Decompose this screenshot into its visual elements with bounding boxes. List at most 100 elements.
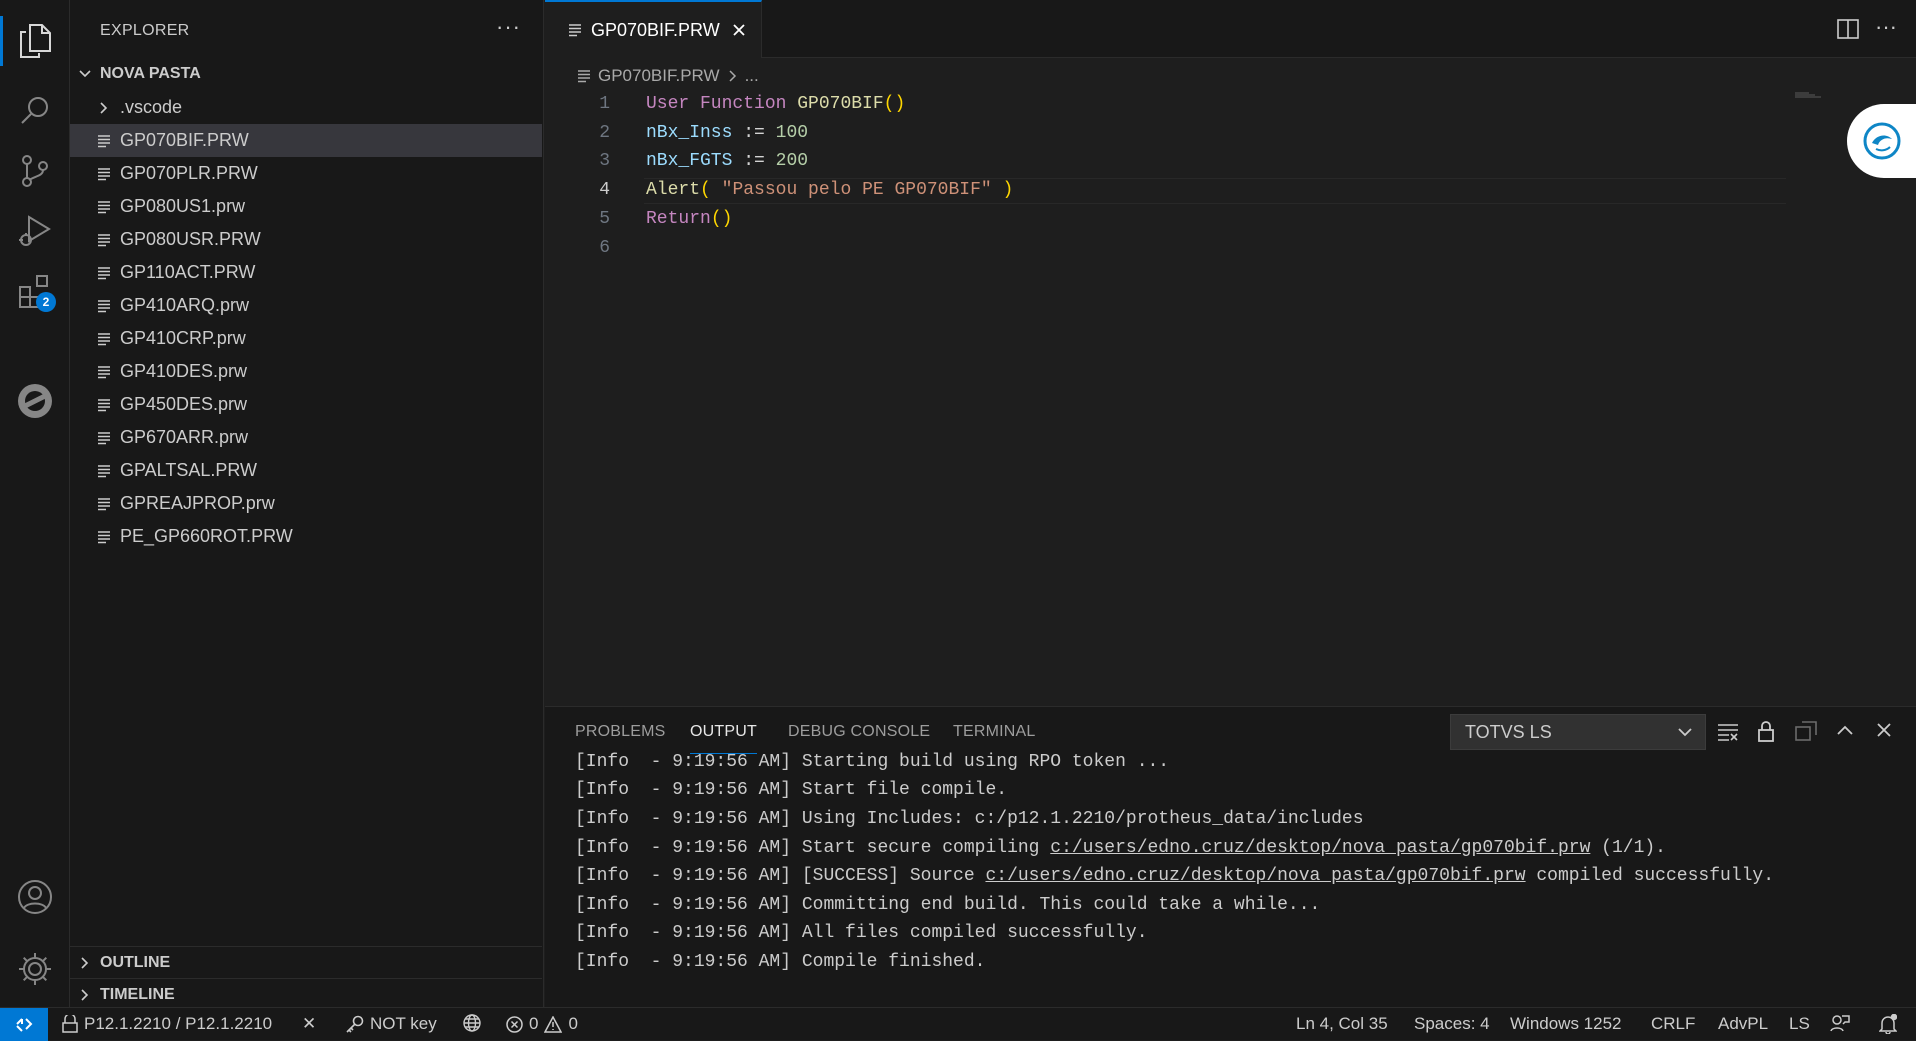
file-label: GP070BIF.PRW <box>120 130 249 150</box>
key-status[interactable]: NOT key <box>346 1014 437 1034</box>
tab-terminal[interactable]: TERMINAL <box>953 723 1036 741</box>
file-item[interactable]: GP070BIF.PRW <box>70 124 542 157</box>
line-number-current: 4 <box>599 180 610 200</box>
file-item[interactable]: GP410DES.prw <box>70 355 542 388</box>
folder-vscode[interactable]: .vscode <box>70 91 542 124</box>
file-label: GP080USR.PRW <box>120 229 261 249</box>
search-icon[interactable] <box>0 80 70 142</box>
cursor-position[interactable]: Ln 4, Col 35 <box>1296 1014 1388 1034</box>
variable: nBx_FGTS <box>646 151 733 171</box>
close-panel-icon[interactable] <box>1876 722 1892 738</box>
breadcrumb-file[interactable]: GP070BIF.PRW <box>598 66 720 86</box>
indentation[interactable]: Spaces: 4 <box>1414 1014 1490 1034</box>
file-item[interactable]: PE_GP660ROT.PRW <box>70 520 542 553</box>
open-output-editor-icon[interactable] <box>1795 721 1817 741</box>
file-item[interactable]: GP450DES.prw <box>70 388 542 421</box>
line-number: 6 <box>599 238 610 258</box>
file-item[interactable]: GP070PLR.PRW <box>70 157 542 190</box>
file-label: PE_GP660ROT.PRW <box>120 526 293 546</box>
tab-gp070bif[interactable]: GP070BIF.PRW <box>545 0 762 58</box>
file-item[interactable]: GP410ARQ.prw <box>70 289 542 322</box>
extensions-badge: 2 <box>36 292 56 312</box>
log-text: [Info - 9:19:56 AM] Using Includes: c:/p… <box>575 809 1364 829</box>
encoding-label: Windows 1252 <box>1510 1014 1622 1033</box>
file-item[interactable]: GPREAJPROP.prw <box>70 487 542 520</box>
split-editor-icon[interactable] <box>1837 19 1859 39</box>
status-bar: P12.1.2210 / P12.1.2210 ✕ NOT key 0 0 Ln… <box>0 1007 1916 1041</box>
warning-icon <box>544 1015 563 1033</box>
file-label: GP410DES.prw <box>120 361 248 381</box>
bracket: ) <box>1002 180 1014 200</box>
extensions-icon[interactable]: 2 <box>0 260 70 322</box>
clear-output-icon[interactable] <box>1717 722 1739 742</box>
output-line: [Info - 9:19:56 AM] Start file compile. <box>575 780 1007 800</box>
account-icon[interactable] <box>0 866 70 928</box>
outline-section[interactable]: OUTLINE <box>70 946 542 978</box>
environment-status[interactable]: P12.1.2210 / P12.1.2210 <box>62 1014 272 1034</box>
log-text: [Info - 9:19:56 AM] Compile finished. <box>575 952 986 972</box>
file-item[interactable]: GP410CRP.prw <box>70 322 542 355</box>
file-label: GP670ARR.prw <box>120 427 249 447</box>
settings-gear-icon[interactable] <box>0 938 70 1000</box>
feedback-icon[interactable] <box>1830 1014 1850 1032</box>
variable: nBx_Inss <box>646 123 733 143</box>
remote-indicator-icon[interactable] <box>0 1008 48 1041</box>
file-item[interactable]: GP670ARR.prw <box>70 421 542 454</box>
minimap[interactable] <box>1795 92 1827 98</box>
maximize-panel-icon[interactable] <box>1836 724 1854 736</box>
more-actions-icon[interactable]: ··· <box>496 14 521 40</box>
bracket: ( <box>700 180 711 200</box>
end-of-line[interactable]: CRLF <box>1651 1014 1695 1034</box>
assistant-chat-icon[interactable] <box>1847 104 1916 178</box>
run-debug-icon[interactable] <box>0 200 70 262</box>
operator: := <box>743 151 765 171</box>
output-line: [Info - 9:19:56 AM] Compile finished. <box>575 952 985 972</box>
output-line: [Info - 9:19:56 AM] Starting build using… <box>575 752 1169 772</box>
explorer-icon[interactable] <box>0 10 70 72</box>
totvs-icon[interactable] <box>0 370 70 432</box>
tab-problems[interactable]: PROBLEMS <box>575 723 666 741</box>
file-item[interactable]: GP080USR.PRW <box>70 223 542 256</box>
globe-icon[interactable] <box>463 1014 481 1032</box>
file-lines-icon <box>578 69 590 83</box>
notifications-bell-icon[interactable] <box>1879 1014 1897 1034</box>
file-lines-icon <box>98 233 110 247</box>
timeline-section[interactable]: TIMELINE <box>70 978 542 1010</box>
breadcrumb-more[interactable]: ... <box>745 66 759 86</box>
error-count: 0 <box>529 1014 539 1033</box>
source-control-icon[interactable] <box>0 140 70 202</box>
file-label: GPREAJPROP.prw <box>120 493 275 513</box>
file-label: GPALTSAL.PRW <box>120 460 258 480</box>
key-icon <box>346 1015 364 1033</box>
file-item[interactable]: GP110ACT.PRW <box>70 256 542 289</box>
breadcrumb: GP070BIF.PRW ... <box>578 62 759 90</box>
file-lines-icon <box>98 332 110 346</box>
tab-output[interactable]: OUTPUT <box>690 723 757 754</box>
close-environment-icon[interactable]: ✕ <box>302 1014 316 1034</box>
file-label: GP070PLR.PRW <box>120 163 258 183</box>
cursor-position-label: Ln 4, Col 35 <box>1296 1014 1388 1033</box>
operator: := <box>743 123 765 143</box>
output-line: [Info - 9:19:56 AM] [SUCCESS] Source c:/… <box>575 866 1774 886</box>
tab-debug-console[interactable]: DEBUG CONSOLE <box>788 723 930 741</box>
output-channel-select[interactable]: TOTVS LS <box>1450 714 1706 750</box>
file-link[interactable]: c:/users/edno.cruz/desktop/nova pasta/gp… <box>985 866 1525 886</box>
folder-nova-pasta[interactable]: NOVA PASTA <box>70 58 542 90</box>
problems-status[interactable]: 0 0 <box>506 1014 578 1034</box>
lock-icon[interactable] <box>1757 720 1775 742</box>
language-mode[interactable]: AdvPL <box>1718 1014 1768 1034</box>
file-item[interactable]: GP080US1.prw <box>70 190 542 223</box>
close-tab-icon[interactable] <box>732 23 746 37</box>
file-lines-icon <box>98 431 110 445</box>
language-server[interactable]: LS <box>1789 1014 1810 1034</box>
chevron-right-icon <box>70 956 100 970</box>
file-link[interactable]: c:/users/edno.cruz/desktop/nova pasta/gp… <box>1050 838 1590 858</box>
editor-more-icon[interactable]: ··· <box>1875 14 1897 40</box>
code-line: User Function GP070BIF() <box>646 94 905 114</box>
indentation-label: Spaces: 4 <box>1414 1014 1490 1033</box>
file-item[interactable]: GPALTSAL.PRW <box>70 454 542 487</box>
output-line: [Info - 9:19:56 AM] Using Includes: c:/p… <box>575 809 1364 829</box>
close-glyph: ✕ <box>302 1014 317 1033</box>
warning-count: 0 <box>568 1014 578 1033</box>
encoding[interactable]: Windows 1252 <box>1510 1014 1622 1034</box>
